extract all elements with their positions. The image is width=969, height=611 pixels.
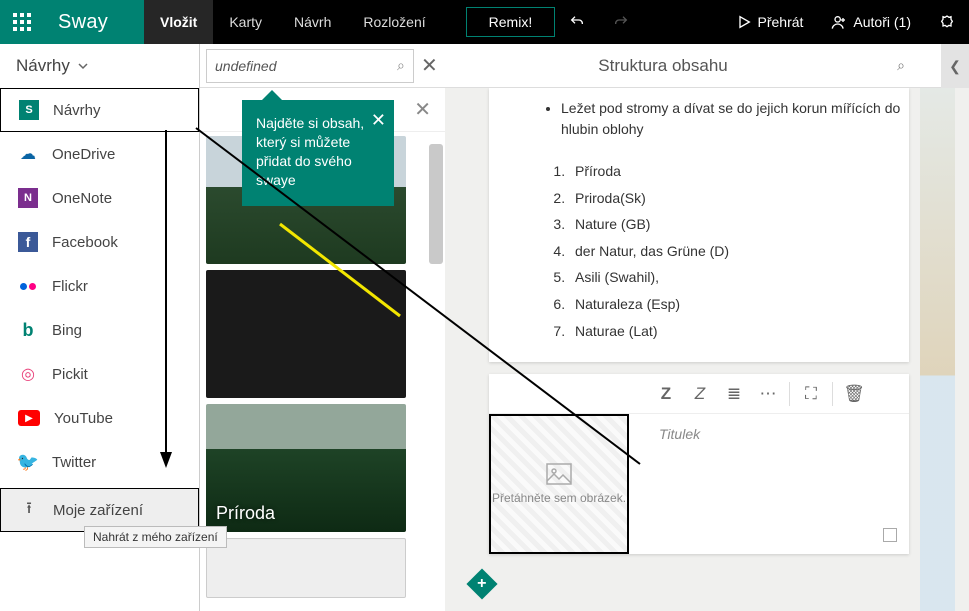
youtube-icon: ▶ [18, 410, 40, 426]
tab-navrh[interactable]: Návrh [278, 0, 347, 44]
source-label: Návrhy [53, 102, 101, 119]
close-panel-button[interactable]: ✕ [414, 53, 445, 78]
numbered-list: Příroda Priroda(Sk) Nature (GB) der Natu… [551, 158, 909, 344]
main-tabs: Vložit Karty Návrh Rozložení [144, 0, 442, 44]
source-label: YouTube [54, 410, 113, 427]
emphasis-normal-button[interactable]: Z [649, 377, 683, 411]
authors-label: Autoři (1) [853, 14, 911, 30]
more-button[interactable]: ⋯ [751, 377, 785, 411]
source-onenote[interactable]: N OneNote [0, 176, 199, 220]
source-label: Moje zařízení [53, 502, 143, 519]
app-launcher-icon[interactable] [0, 0, 44, 44]
device-tooltip: Nahrát z mého zařízení [84, 526, 227, 548]
upload-icon: ⭱ [19, 500, 39, 520]
source-label: OneNote [52, 190, 112, 207]
suggestions-panel: ⌕ ✕ y ostatní ✕ Príroda ✕ Najděte si obs… [200, 44, 445, 611]
list-item: Asili (Swahil), [569, 264, 909, 291]
facebook-icon: f [18, 232, 38, 252]
play-button[interactable]: Přehrát [722, 0, 818, 44]
image-card[interactable]: Z Z ≣ ⋯ ⛶ 🗑 Přetáhněte sem obrázek. Titu… [489, 374, 909, 554]
play-label: Přehrát [758, 14, 804, 30]
storyline-title: Struktura obsahu [445, 56, 881, 76]
flickr-icon [18, 276, 38, 296]
thumbnail-item[interactable]: Príroda [206, 404, 406, 532]
source-facebook[interactable]: f Facebook [0, 220, 199, 264]
thumbnail-item[interactable] [206, 270, 406, 398]
bullet-list: Ležet pod stromy a dívat se do jejich ko… [561, 98, 909, 140]
titlebar: Sway Vložit Karty Návrh Rozložení Remix!… [0, 0, 969, 44]
sources-header[interactable]: Návrhy [0, 44, 199, 88]
caption-placeholder[interactable]: Titulek [659, 426, 700, 442]
source-pickit[interactable]: ◎ Pickit [0, 352, 199, 396]
thumbnail-caption: Príroda [216, 503, 275, 524]
source-label: Facebook [52, 234, 118, 251]
tab-vlozit[interactable]: Vložit [144, 0, 213, 44]
source-navrhy[interactable]: S Návrhy [0, 88, 199, 132]
source-label: Pickit [52, 366, 88, 383]
callout-text: Najděte si obsah, který si můžete přidat… [256, 115, 364, 188]
bing-icon: b [18, 320, 38, 340]
list-item: Příroda [569, 158, 909, 185]
app-logo: Sway [44, 0, 144, 44]
storyline-panel: Struktura obsahu ⌕ ❮ Ležet pod stromy a … [445, 44, 969, 611]
more-icon[interactable] [925, 0, 969, 44]
sway-icon: S [19, 100, 39, 120]
search-storyline-icon[interactable]: ⌕ [881, 57, 921, 74]
image-icon [546, 463, 572, 485]
card-checkbox[interactable] [883, 528, 897, 542]
list-item: Priroda(Sk) [569, 185, 909, 212]
source-label: Bing [52, 322, 82, 339]
source-twitter[interactable]: 🐦 Twitter [0, 440, 199, 484]
focus-button[interactable]: ⛶ [794, 377, 828, 411]
dropzone-text: Přetáhněte sem obrázek. [492, 491, 626, 505]
source-label: OneDrive [52, 146, 115, 163]
remix-button[interactable]: Remix! [466, 7, 556, 37]
source-label: Flickr [52, 278, 88, 295]
twitter-icon: 🐦 [18, 452, 38, 472]
source-label: Twitter [52, 454, 96, 471]
onedrive-icon: ☁ [18, 144, 38, 164]
scrollbar[interactable] [429, 144, 443, 264]
emphasis-subtle-button[interactable]: Z [683, 377, 717, 411]
list-item: Naturaleza (Esp) [569, 291, 909, 318]
tab-rozlozeni[interactable]: Rozložení [347, 0, 441, 44]
redo-button[interactable] [599, 0, 643, 44]
collapse-panel-button[interactable]: ❮ [941, 44, 969, 88]
tab-karty[interactable]: Karty [213, 0, 278, 44]
list-item: Naturae (Lat) [569, 318, 909, 345]
thumbnails: Príroda [200, 136, 445, 611]
sources-header-label: Návrhy [16, 56, 70, 76]
onenote-icon: N [18, 188, 38, 208]
storyline-header: Struktura obsahu ⌕ [445, 44, 969, 88]
bullets-button[interactable]: ≣ [717, 377, 751, 411]
card-body: Přetáhněte sem obrázek. Titulek [489, 414, 909, 554]
add-card-button[interactable]: + [466, 568, 497, 599]
search-row: ⌕ ✕ [200, 44, 445, 88]
search-box[interactable]: ⌕ [206, 49, 414, 83]
undo-button[interactable] [555, 0, 599, 44]
pickit-icon: ◎ [18, 364, 38, 384]
source-flickr[interactable]: Flickr [0, 264, 199, 308]
background-image [920, 88, 955, 611]
text-card[interactable]: Ležet pod stromy a dívat se do jejich ko… [489, 88, 909, 362]
source-bing[interactable]: b Bing [0, 308, 199, 352]
source-youtube[interactable]: ▶ YouTube [0, 396, 199, 440]
image-dropzone[interactable]: Přetáhněte sem obrázek. [489, 414, 629, 554]
card-toolbar: Z Z ≣ ⋯ ⛶ 🗑 [489, 374, 909, 414]
authors-button[interactable]: Autoři (1) [817, 0, 925, 44]
storyline-canvas: Ležet pod stromy a dívat se do jejich ko… [445, 88, 969, 611]
hint-callout: ✕ Najděte si obsah, který si můžete přid… [242, 100, 394, 206]
close-callout-button[interactable]: ✕ [371, 108, 386, 132]
thumbnail-item[interactable] [206, 538, 406, 598]
list-item: Nature (GB) [569, 211, 909, 238]
search-input[interactable] [215, 58, 397, 74]
close-section-button[interactable]: ✕ [408, 97, 437, 122]
delete-button[interactable]: 🗑 [837, 377, 871, 411]
list-item: der Natur, das Grüne (D) [569, 238, 909, 265]
source-onedrive[interactable]: ☁ OneDrive [0, 132, 199, 176]
search-icon[interactable]: ⌕ [397, 57, 405, 74]
bullet-item: Ležet pod stromy a dívat se do jejich ko… [561, 98, 909, 140]
